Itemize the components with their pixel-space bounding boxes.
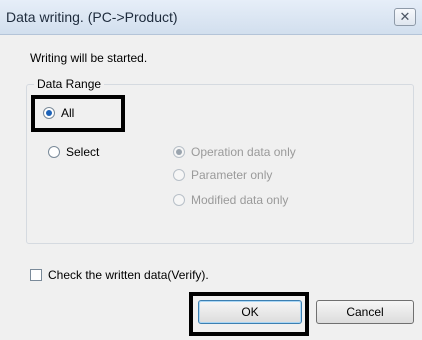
close-icon: ✕: [399, 9, 411, 24]
radio-operation-data-only: [173, 146, 185, 158]
radio-modified-data-only-label: Modified data only: [191, 193, 289, 207]
highlight-box-ok: [189, 292, 309, 336]
window-title: Data writing. (PC->Product): [6, 9, 178, 25]
highlight-box-all: [31, 95, 125, 132]
radio-modified-data-only: [173, 194, 185, 206]
radio-select-label: Select: [66, 145, 100, 159]
verify-checkbox-label: Check the written data(Verify).: [48, 268, 209, 282]
radio-parameter-only-label: Parameter only: [191, 168, 273, 182]
title-bar: Data writing. (PC->Product) ✕: [0, 0, 422, 35]
radio-parameter-only-row: Parameter only: [173, 168, 272, 182]
close-button[interactable]: ✕: [394, 8, 416, 26]
verify-checkbox-row[interactable]: Check the written data(Verify).: [30, 268, 209, 282]
radio-select[interactable]: [48, 146, 60, 158]
radio-operation-data-only-row: Operation data only: [173, 145, 296, 159]
start-message: Writing will be started.: [30, 51, 148, 65]
data-range-legend: Data Range: [34, 77, 105, 91]
verify-checkbox[interactable]: [30, 269, 42, 281]
radio-parameter-only: [173, 169, 185, 181]
radio-operation-data-only-label: Operation data only: [191, 145, 296, 159]
data-writing-dialog: Data writing. (PC->Product) ✕ Writing wi…: [0, 0, 422, 340]
cancel-button[interactable]: Cancel: [316, 300, 414, 324]
radio-modified-data-only-row: Modified data only: [173, 193, 288, 207]
radio-select-row[interactable]: Select: [48, 145, 99, 159]
